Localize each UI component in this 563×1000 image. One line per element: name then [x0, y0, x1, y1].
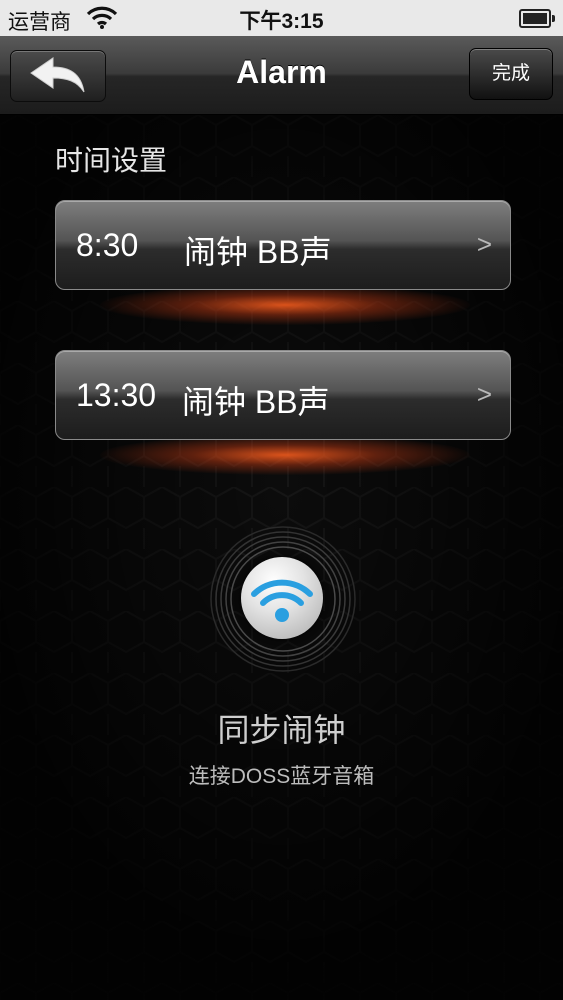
done-button[interactable]: 完成: [469, 48, 553, 100]
sync-alarm-subtitle: 连接DOSS蓝牙音箱: [188, 765, 375, 788]
alarm-sound-label: 闹钟 BB声: [184, 234, 332, 270]
alarm-row[interactable]: 8:30 闹钟 BB声 >: [55, 200, 511, 290]
chevron-right-icon: >: [476, 229, 492, 259]
main-content: 时间设置 8:30 闹钟 BB声 > 13:30 闹钟 BB声 > 同步闹钟 连…: [0, 115, 563, 1000]
alarm-row[interactable]: 13:30 闹钟 BB声 >: [55, 350, 511, 440]
status-clock: 下午3:15: [239, 10, 324, 33]
sync-alarm-button[interactable]: [241, 557, 323, 639]
alarm-time: 13:30: [76, 377, 157, 413]
alarm-row-glow: [100, 435, 470, 475]
alarm-row-glow: [100, 285, 470, 325]
time-settings-label: 时间设置: [55, 145, 168, 176]
chevron-right-icon: >: [476, 379, 492, 409]
wifi-signal-icon: [251, 579, 313, 622]
alarm-sound-label: 闹钟 BB声: [182, 384, 330, 420]
alarm-time: 8:30: [76, 227, 139, 263]
battery-icon: [519, 9, 555, 28]
status-bar: 运营商 下午3:15: [0, 0, 563, 36]
navigation-bar: Alarm 完成: [0, 36, 563, 115]
sync-alarm-title: 同步闹钟: [217, 712, 346, 748]
